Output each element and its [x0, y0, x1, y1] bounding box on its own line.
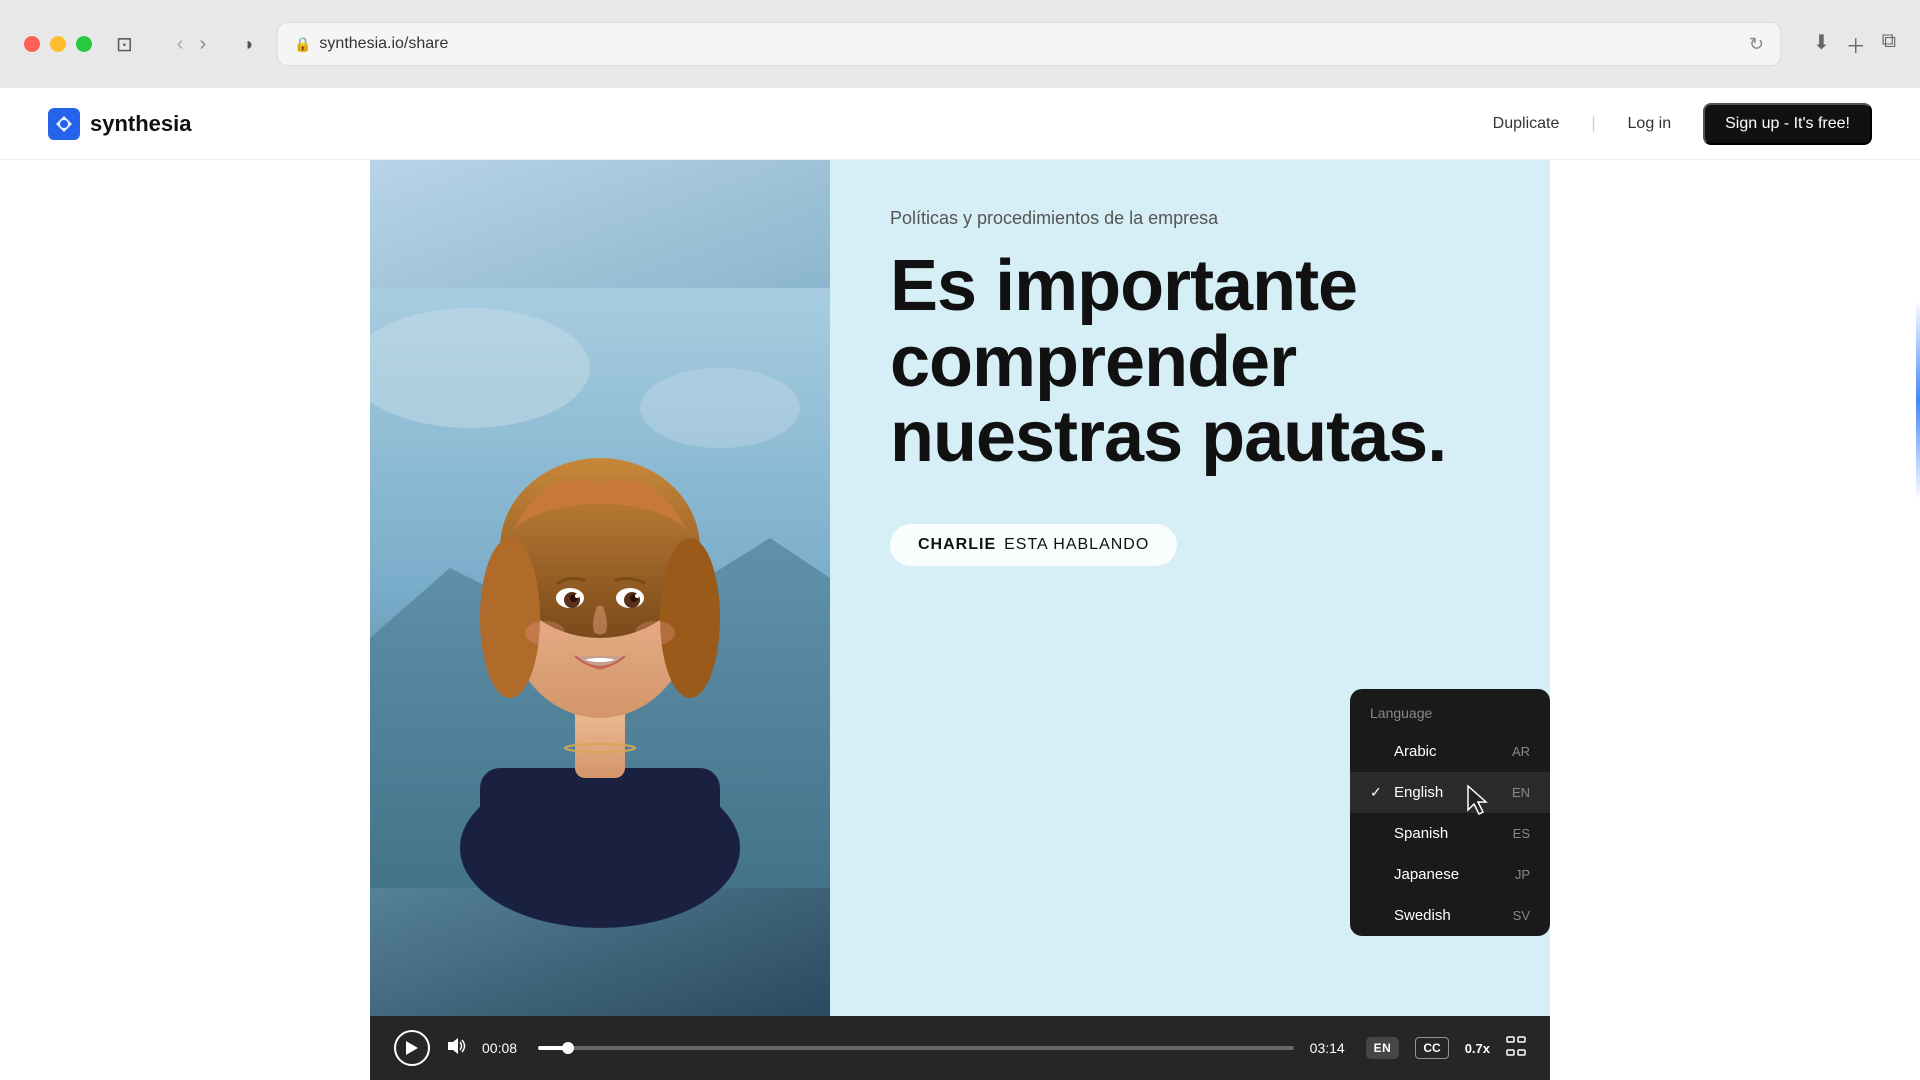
background-decoration — [1840, 300, 1920, 500]
signup-button[interactable]: Sign up - It's free! — [1703, 103, 1872, 145]
page: synthesia Duplicate | Log in Sign up - I… — [0, 88, 1920, 1080]
navigation-controls: ‹ › — [173, 29, 210, 60]
time-total: 03:14 — [1310, 1040, 1350, 1056]
reload-button[interactable]: ↻ — [1749, 34, 1764, 55]
cursor-arrow — [1464, 784, 1492, 816]
new-tab-icon[interactable]: ＋ — [1846, 30, 1866, 59]
time-current: 00:08 — [482, 1040, 522, 1056]
traffic-lights — [24, 36, 92, 52]
lang-name-spanish: Spanish — [1394, 825, 1513, 842]
logo-icon — [48, 108, 80, 140]
lang-name-swedish: Swedish — [1394, 907, 1513, 924]
video-frame: Políticas y procedimientos de la empresa… — [370, 160, 1550, 1016]
lang-check-swedish — [1370, 908, 1384, 924]
address-bar[interactable]: 🔒 synthesia.io/share ↻ — [277, 22, 1781, 66]
theme-toggle-button[interactable]: ◑ — [234, 30, 261, 59]
back-button[interactable]: ‹ — [173, 29, 188, 60]
language-item-arabic[interactable]: Arabic AR — [1350, 731, 1550, 772]
lang-code-arabic: AR — [1512, 744, 1530, 759]
speaker-name-bold: CHARLIE — [918, 536, 996, 554]
browser-chrome: ⊡ ‹ › ◑ 🔒 synthesia.io/share ↻ ⬇ ＋ ⧉ — [0, 0, 1920, 88]
avatar-panel — [370, 160, 830, 1016]
lang-name-japanese: Japanese — [1394, 866, 1515, 883]
login-button[interactable]: Log in — [1628, 115, 1672, 133]
language-badge[interactable]: EN — [1366, 1037, 1400, 1059]
lang-name-arabic: Arabic — [1394, 743, 1512, 760]
language-item-japanese[interactable]: Japanese JP — [1350, 854, 1550, 895]
slide-panel: Políticas y procedimientos de la empresa… — [830, 160, 1550, 1016]
lang-code-swedish: SV — [1513, 908, 1530, 923]
speaker-badge: CHARLIE ESTA HABLANDO — [890, 524, 1177, 566]
progress-dot — [562, 1042, 574, 1054]
video-section: Políticas y procedimientos de la empresa… — [0, 160, 1920, 1080]
duplicate-button[interactable]: Duplicate — [1493, 115, 1560, 133]
url-text: synthesia.io/share — [319, 35, 448, 53]
language-dropdown-header: Language — [1350, 689, 1550, 731]
language-item-spanish[interactable]: Spanish ES — [1350, 813, 1550, 854]
volume-button[interactable] — [446, 1037, 466, 1060]
play-button[interactable] — [394, 1030, 430, 1066]
navbar: synthesia Duplicate | Log in Sign up - I… — [0, 88, 1920, 160]
close-button[interactable] — [24, 36, 40, 52]
lang-check-english: ✓ — [1370, 784, 1384, 801]
fullscreen-button[interactable] — [1506, 1036, 1526, 1061]
lang-code-japanese: JP — [1515, 867, 1530, 882]
lang-name-english: English — [1394, 784, 1512, 801]
logo-text: synthesia — [90, 111, 192, 137]
logo: synthesia — [48, 108, 192, 140]
language-item-swedish[interactable]: Swedish SV — [1350, 895, 1550, 936]
forward-button[interactable]: › — [195, 29, 210, 60]
video-container: Políticas y procedimientos de la empresa… — [370, 160, 1550, 1080]
sidebar-toggle-button[interactable]: ⊡ — [108, 28, 141, 61]
lang-check-japanese — [1370, 867, 1384, 883]
extensions-icon[interactable]: ⧉ — [1882, 30, 1896, 59]
speaker-name-rest: ESTA HABLANDO — [1004, 536, 1149, 554]
cc-button[interactable]: CC — [1415, 1037, 1448, 1059]
avatar-image — [370, 160, 830, 1016]
lang-check-spanish — [1370, 826, 1384, 842]
slide-subtitle: Políticas y procedimientos de la empresa — [890, 208, 1502, 229]
browser-right-controls: ⬇ ＋ ⧉ — [1813, 30, 1896, 59]
lang-code-english: EN — [1512, 785, 1530, 800]
progress-bar[interactable] — [538, 1046, 1294, 1050]
minimize-button[interactable] — [50, 36, 66, 52]
slide-title: Es importante comprender nuestras pautas… — [890, 249, 1502, 476]
language-item-english[interactable]: ✓ English EN — [1350, 772, 1550, 813]
language-dropdown: Language Arabic AR ✓ English EN — [1350, 689, 1550, 936]
download-icon[interactable]: ⬇ — [1813, 30, 1830, 59]
video-controls: 00:08 03:14 EN CC 0.7x — [370, 1016, 1550, 1080]
lang-check-arabic — [1370, 744, 1384, 760]
lang-code-spanish: ES — [1513, 826, 1530, 841]
lock-icon: 🔒 — [294, 36, 311, 53]
maximize-button[interactable] — [76, 36, 92, 52]
speed-badge[interactable]: 0.7x — [1465, 1041, 1490, 1056]
nav-right: Duplicate | Log in Sign up - It's free! — [1493, 103, 1872, 145]
